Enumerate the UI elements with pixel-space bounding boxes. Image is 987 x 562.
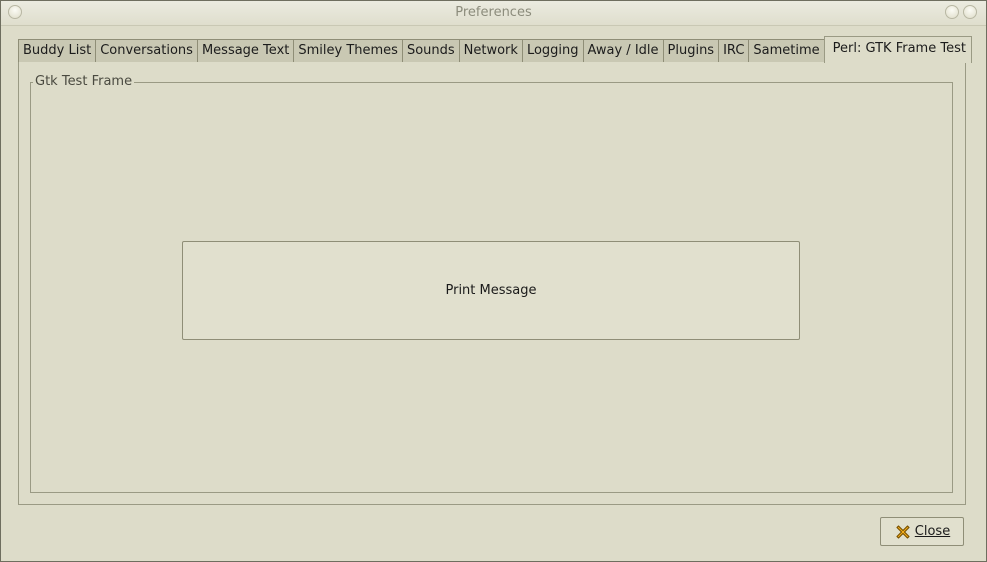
tab-message-text[interactable]: Message Text xyxy=(196,39,295,62)
tab-smiley-themes[interactable]: Smiley Themes xyxy=(293,39,403,62)
tab-irc[interactable]: IRC xyxy=(718,39,750,62)
tab-logging[interactable]: Logging xyxy=(521,39,584,62)
close-window-button[interactable] xyxy=(963,5,977,19)
tab-buddy-list[interactable]: Buddy List xyxy=(18,39,97,62)
window-title: Preferences xyxy=(455,5,532,20)
tab-perl-gtk-frame-test[interactable]: Perl: GTK Frame Test xyxy=(823,36,972,63)
tab-away-idle[interactable]: Away / Idle xyxy=(582,39,664,62)
tab-conversations[interactable]: Conversations xyxy=(95,39,198,62)
minimize-button[interactable] xyxy=(945,5,959,19)
close-icon xyxy=(894,523,912,541)
close-label: Close xyxy=(914,524,951,539)
tab-bar: Buddy List Conversations Message Text Sm… xyxy=(18,36,972,63)
print-message-label: Print Message xyxy=(445,283,537,298)
close-button[interactable]: Close xyxy=(880,517,964,546)
tab-plugins[interactable]: Plugins xyxy=(662,39,720,62)
frame-label: Gtk Test Frame xyxy=(33,74,135,89)
print-message-button[interactable]: Print Message xyxy=(182,241,800,340)
tab-sametime[interactable]: Sametime xyxy=(748,39,825,62)
tab-sounds[interactable]: Sounds xyxy=(401,39,460,62)
tab-network[interactable]: Network xyxy=(458,39,523,62)
title-bar[interactable]: Preferences xyxy=(1,1,986,26)
